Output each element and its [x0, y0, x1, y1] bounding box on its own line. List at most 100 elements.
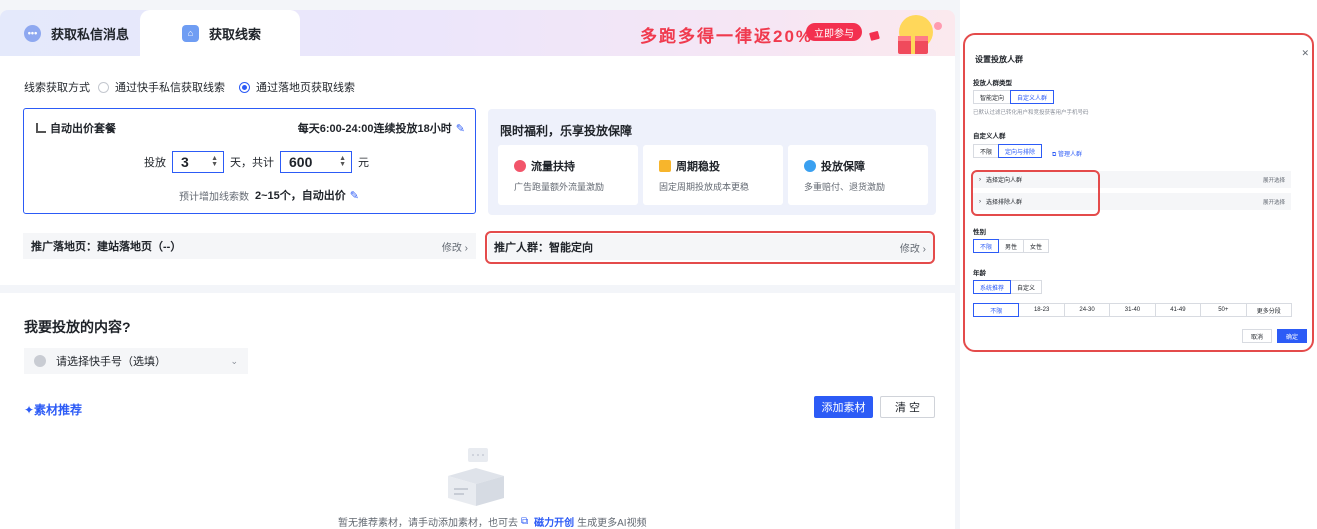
welfare-card-traffic: 流量扶持 广告跑量额外流量激励 — [498, 145, 638, 205]
gender-segment: 不限 男性 女性 — [973, 239, 1050, 253]
flame-icon — [514, 160, 526, 172]
welfare-card-title: 周期稳投 — [676, 161, 720, 173]
radio-private-message[interactable] — [98, 81, 109, 93]
amount-input[interactable]: 600 ▲ ▼ — [280, 151, 352, 173]
empty-text-part2: 生成更多AI视频 — [577, 518, 647, 529]
shield-icon — [804, 160, 816, 172]
welfare-card-title: 流量扶持 — [531, 161, 575, 173]
chevron-down-icon: ⌄ — [230, 355, 238, 366]
edit-icon[interactable]: ✎ — [350, 189, 359, 202]
stepper-icon[interactable]: ▲ ▼ — [211, 155, 218, 168]
empty-box-icon — [448, 448, 504, 506]
custom-audience-label: 自定义人群 — [973, 133, 1006, 140]
audience-type-label: 投放人群类型 — [973, 80, 1012, 87]
gift-illustration-icon — [869, 15, 942, 54]
welfare-box: 限时福利，乐享投放保障 流量扶持 广告跑量额外流量激励 周期稳投 固定周期投放成… — [488, 109, 936, 215]
welfare-card-desc: 固定周期投放成本更稳 — [659, 182, 750, 192]
tab-label: 获取私信消息 — [51, 26, 130, 42]
leads-icon: ⌂ — [182, 24, 199, 42]
lead-method-row: 线索获取方式 通过快手私信获取线索 通过落地页获取线索 — [24, 79, 369, 95]
tab-private-messages[interactable]: ••• 获取私信消息 — [24, 10, 129, 56]
custom-audience-segment: 不限 定向与排除 — [973, 144, 1043, 158]
bid-schedule-text: 每天6:00-24:00连续投放18小时 — [297, 123, 452, 135]
welfare-card-guarantee: 投放保障 多重赔付、退货激励 — [788, 145, 928, 205]
audience-rows-highlight-box — [971, 170, 1100, 216]
auto-bid-package[interactable]: 自动出价套餐 每天6:00-24:00连续投放18小时 ✎ 投放 3 ▲ ▼ 天，… — [23, 108, 476, 214]
chart-icon — [36, 123, 46, 133]
cili-kaichuang-link[interactable]: 磁力开创 — [534, 514, 574, 529]
age-range-segment: 不限 18-23 24-30 31-40 41-49 50+ 更多分段 — [973, 303, 1292, 317]
welfare-title: 限时福利，乐享投放保障 — [500, 124, 633, 138]
landing-page-label: 推广落地页：建站落地页（--） — [31, 241, 182, 253]
age-18-23[interactable]: 18-23 — [1018, 303, 1065, 317]
tab-label: 获取线索 — [209, 26, 262, 42]
close-icon[interactable]: ✕ — [1301, 48, 1309, 59]
clear-button[interactable]: 清 空 — [880, 396, 935, 418]
estimate-prefix: 预计增加线索数 — [179, 191, 249, 203]
bid-title: 自动出价套餐 — [36, 120, 116, 136]
age-label: 年龄 — [973, 270, 986, 277]
main-area: ••• 获取私信消息 ⌂ 获取线索 多跑多得一律返20% 立即参与 线索获取方式… — [0, 0, 960, 529]
audience-hint: 已默认过滤已转化用户和竞投获客用户手机号码 — [973, 110, 1089, 116]
amount-unit: 元 — [358, 157, 369, 169]
option-target-exclude[interactable]: 定向与排除 — [998, 144, 1043, 158]
add-material-button[interactable]: 添加素材 — [814, 396, 873, 418]
radio-label: 通过落地页获取线索 — [256, 82, 355, 94]
age-24-30[interactable]: 24-30 — [1063, 303, 1111, 317]
bid-input-row: 投放 3 ▲ ▼ 天，共计 600 ▲ ▼ 元 — [144, 151, 369, 173]
audience-highlight-box — [485, 231, 935, 264]
edit-icon[interactable]: ✎ — [456, 122, 465, 135]
days-input[interactable]: 3 ▲ ▼ — [172, 151, 224, 173]
days-value: 3 — [181, 154, 189, 170]
landing-modify-link[interactable]: 修改 › — [442, 239, 468, 254]
age-41-49[interactable]: 41-49 — [1154, 303, 1202, 317]
content-title: 我要投放的内容? — [24, 319, 131, 335]
confirm-button[interactable]: 确定 — [1277, 329, 1307, 343]
tab-bar: ••• 获取私信消息 ⌂ 获取线索 多跑多得一律返20% 立即参与 — [0, 10, 955, 56]
welfare-card-desc: 多重赔付、退货激励 — [804, 182, 886, 192]
gender-male[interactable]: 男性 — [998, 239, 1025, 253]
account-select[interactable]: 请选择快手号（选填） ⌄ — [24, 348, 248, 374]
chat-icon: ••• — [24, 24, 41, 42]
audience-settings-panel: 设置投放人群 ✕ 投放人群类型 智能定向 自定义人群 已默认过滤已转化用户和竞投… — [963, 33, 1314, 352]
panel-title: 设置投放人群 — [975, 55, 1023, 64]
tab-get-leads[interactable]: ⌂ 获取线索 — [140, 10, 300, 56]
age-custom[interactable]: 自定义 — [1010, 280, 1043, 294]
stepper-icon[interactable]: ▲ ▼ — [339, 155, 346, 168]
estimate-value: 2~15个，自动出价 — [255, 190, 346, 202]
age-31-40[interactable]: 31-40 — [1109, 303, 1156, 317]
landing-page-row: 推广落地页：建站落地页（--） 修改 › — [23, 233, 476, 259]
age-50-plus[interactable]: 50+ — [1200, 303, 1247, 317]
cancel-button[interactable]: 取消 — [1242, 329, 1272, 343]
age-mode-segment: 系统推荐 自定义 — [973, 280, 1043, 294]
age-system-recommend[interactable]: 系统推荐 — [973, 280, 1012, 294]
empty-state-text: 暂无推荐素材，请手动添加素材，也可去 ⧉ 磁力开创 生成更多AI视频 — [338, 514, 647, 529]
material-recommend-title: ✦素材推荐 — [24, 403, 83, 417]
manage-audience-link[interactable]: ⧉ 管理人群 — [1052, 149, 1082, 159]
manage-audience-text: 管理人群 — [1057, 152, 1082, 158]
gender-unlimited[interactable]: 不限 — [973, 239, 1000, 253]
gender-female[interactable]: 女性 — [1023, 239, 1050, 253]
bid-estimate: 预计增加线索数 2~15个，自动出价 ✎ — [179, 187, 359, 203]
calendar-icon — [659, 160, 671, 172]
days-unit: 天，共计 — [230, 157, 274, 169]
lead-method-label: 线索获取方式 — [24, 82, 90, 94]
expand-link[interactable]: 展开选择 — [1263, 198, 1285, 206]
age-more-segments[interactable]: 更多分段 — [1245, 303, 1292, 317]
option-unlimited[interactable]: 不限 — [973, 144, 1000, 158]
bid-prefix: 投放 — [144, 157, 166, 169]
expand-link[interactable]: 展开选择 — [1263, 176, 1285, 184]
account-placeholder: 请选择快手号（选填） — [56, 356, 166, 368]
gender-label: 性别 — [973, 229, 986, 236]
bid-schedule: 每天6:00-24:00连续投放18小时 ✎ — [298, 120, 465, 136]
option-smart-targeting[interactable]: 智能定向 — [973, 90, 1012, 104]
age-unlimited[interactable]: 不限 — [973, 303, 1020, 317]
radio-landing-page[interactable] — [239, 81, 250, 93]
empty-text-part1: 暂无推荐素材，请手动添加素材，也可去 — [338, 518, 518, 529]
option-custom-audience[interactable]: 自定义人群 — [1010, 90, 1055, 104]
welfare-card-cycle: 周期稳投 固定周期投放成本更稳 — [643, 145, 783, 205]
promo-join-button[interactable]: 立即参与 — [806, 23, 862, 41]
external-link-icon: ⧉ — [521, 516, 529, 527]
promo-text: 多跑多得一律返20% — [640, 27, 814, 46]
welfare-card-title: 投放保障 — [821, 161, 865, 173]
